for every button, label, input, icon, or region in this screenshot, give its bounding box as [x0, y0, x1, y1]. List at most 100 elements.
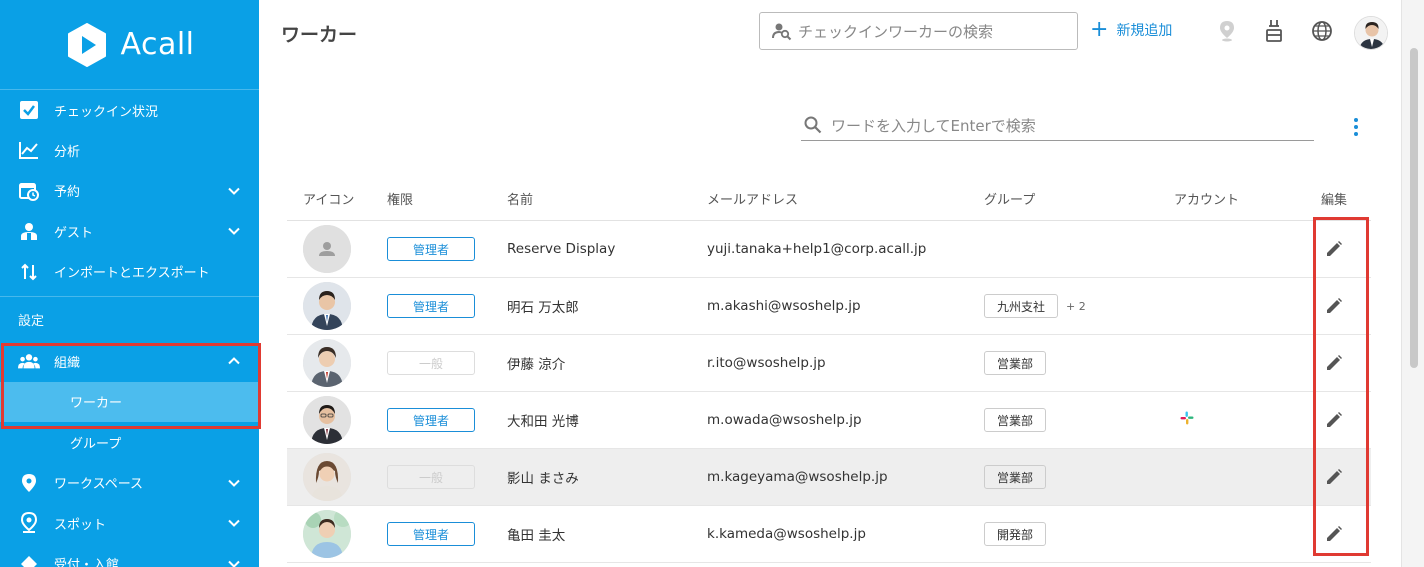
more-options-icon[interactable] [1349, 116, 1363, 138]
worker-groups: 営業部 [984, 465, 1174, 489]
table-row[interactable]: 一般 影山 まさみ m.kageyama@wsoshelp.jp 営業部 [287, 449, 1371, 506]
logo[interactable]: Acall [0, 0, 259, 90]
chevron-down-icon [228, 520, 240, 528]
chart-line-icon [18, 139, 40, 161]
edit-pencil-icon[interactable] [1321, 293, 1347, 319]
worker-name: 伊藤 涼介 [507, 357, 566, 373]
keyword-search-input[interactable]: ワードを入力してEnterで検索 [801, 110, 1314, 141]
group-more-count[interactable]: + 2 [1066, 300, 1086, 313]
worker-email: k.kameda@wsoshelp.jp [707, 526, 866, 542]
sidebar-item-label: チェックイン状況 [54, 104, 159, 120]
sidebar-item-label: 受付・入館 [54, 558, 120, 567]
sidebar-item-guest[interactable]: ゲスト [0, 211, 259, 252]
chevron-down-icon [228, 479, 240, 487]
sidebar-item-label: スポット [54, 517, 107, 533]
sidebar-item-label: ゲスト [54, 225, 94, 241]
worker-avatar [303, 282, 351, 330]
role-badge: 一般 [387, 465, 475, 489]
acall-logo-icon [64, 22, 110, 68]
worker-email: m.owada@wsoshelp.jp [707, 412, 862, 428]
plus-icon: + [1090, 17, 1109, 42]
worker-groups: 開発部 [984, 522, 1174, 546]
sidebar-item-analytics[interactable]: 分析 [0, 130, 259, 171]
add-new-button[interactable]: + 新規追加 [1090, 17, 1173, 42]
col-header-role[interactable]: 権限 [387, 189, 507, 208]
table-row[interactable]: 一般 伊藤 涼介 r.ito@wsoshelp.jp 営業部 [287, 335, 1371, 392]
search-icon [804, 116, 822, 134]
table-row[interactable]: 管理者 Reserve Display yuji.tanaka+help1@co… [287, 221, 1371, 278]
sidebar-subitem-worker[interactable]: ワーカー [0, 381, 259, 422]
top-bar: ワーカー チェックインワーカーの検索 + 新規追加 [259, 0, 1401, 64]
worker-search-placeholder: チェックインワーカーの検索 [798, 22, 994, 41]
role-badge: 管理者 [387, 237, 475, 261]
sidebar-item-reservation[interactable]: 予約 [0, 171, 259, 212]
worker-avatar [303, 453, 351, 501]
guest-icon [18, 220, 40, 242]
role-badge: 管理者 [387, 294, 475, 318]
logo-text: Acall [120, 27, 195, 62]
add-new-label: 新規追加 [1116, 23, 1173, 39]
page-title: ワーカー [281, 24, 358, 46]
worker-name: 明石 万太郎 [507, 300, 579, 316]
calendar-clock-icon [18, 180, 40, 202]
col-header-icon: アイコン [303, 192, 355, 208]
worker-groups: 営業部 [984, 351, 1174, 375]
role-badge: 管理者 [387, 522, 475, 546]
locker-icon[interactable] [1261, 18, 1287, 44]
edit-pencil-icon[interactable] [1321, 521, 1347, 547]
worker-search-input[interactable]: チェックインワーカーの検索 [759, 12, 1078, 50]
reception-icon [18, 553, 40, 567]
worker-avatar [303, 510, 351, 558]
edit-pencil-icon[interactable] [1321, 464, 1347, 490]
sidebar-item-reception[interactable]: 受付・入館 [0, 544, 259, 567]
group-chip: 九州支社 [984, 294, 1059, 318]
worker-name: 影山 まさみ [507, 471, 579, 487]
worker-table: アイコン 権限 名前 メールアドレス グループ アカウント 編集 管理者 Res… [287, 176, 1371, 563]
people-icon [18, 350, 40, 372]
worker-account [1174, 411, 1304, 429]
location-icon[interactable] [1214, 18, 1240, 44]
user-avatar[interactable] [1354, 16, 1388, 50]
worker-groups: 九州支社 + 2 [984, 294, 1174, 318]
col-header-name[interactable]: 名前 [507, 189, 707, 208]
keyword-search-placeholder: ワードを入力してEnterで検索 [831, 116, 1036, 135]
sidebar-item-label: 組織 [54, 355, 81, 371]
worker-name: Reserve Display [507, 241, 616, 257]
table-row[interactable]: 管理者 大和田 光博 m.owada@wsoshelp.jp 営業部 [287, 392, 1371, 449]
scrollbar-thumb[interactable] [1410, 48, 1418, 368]
role-badge: 管理者 [387, 408, 475, 432]
chevron-down-icon [228, 228, 240, 236]
worker-avatar [303, 396, 351, 444]
chevron-up-icon [228, 357, 240, 365]
sidebar-item-label: 分析 [54, 144, 81, 160]
globe-icon[interactable] [1309, 18, 1335, 44]
table-row[interactable]: 管理者 明石 万太郎 m.akashi@wsoshelp.jp 九州支社 + 2 [287, 278, 1371, 335]
sidebar-item-import-export[interactable]: インポートとエクスポート [0, 252, 259, 293]
group-chip: 開発部 [984, 522, 1047, 546]
sidebar-item-workspace[interactable]: ワークスペース [0, 463, 259, 504]
sidebar-item-checkin-status[interactable]: チェックイン状況 [0, 90, 259, 130]
worker-groups: 営業部 [984, 408, 1174, 432]
sidebar: Acall チェックイン状況 分析 予約 ゲスト インポートとエクスポート 設定 [0, 0, 259, 567]
worker-email: m.kageyama@wsoshelp.jp [707, 469, 888, 485]
table-row[interactable]: 管理者 亀田 圭太 k.kameda@wsoshelp.jp 開発部 [287, 506, 1371, 563]
worker-avatar [303, 339, 351, 387]
chevron-down-icon [228, 560, 240, 567]
vertical-scrollbar[interactable] [1401, 0, 1424, 567]
col-header-account: アカウント [1174, 192, 1240, 208]
worker-name: 亀田 圭太 [507, 528, 566, 544]
sidebar-subitem-group[interactable]: グループ [0, 422, 259, 463]
sidebar-item-organization[interactable]: 組織 [0, 341, 259, 382]
import-export-icon [18, 261, 40, 283]
col-header-edit: 編集 [1320, 192, 1347, 208]
worker-email: r.ito@wsoshelp.jp [707, 355, 826, 371]
edit-pencil-icon[interactable] [1321, 236, 1347, 262]
sidebar-section-settings: 設定 [18, 313, 45, 329]
edit-pencil-icon[interactable] [1321, 407, 1347, 433]
col-header-email[interactable]: メールアドレス [707, 189, 984, 208]
edit-pencil-icon[interactable] [1321, 350, 1347, 376]
sidebar-item-spot[interactable]: スポット [0, 503, 259, 544]
sidebar-item-label: 予約 [54, 185, 81, 201]
sidebar-item-label: インポートとエクスポート [54, 266, 210, 282]
sidebar-item-label: ワークスペース [54, 477, 144, 493]
